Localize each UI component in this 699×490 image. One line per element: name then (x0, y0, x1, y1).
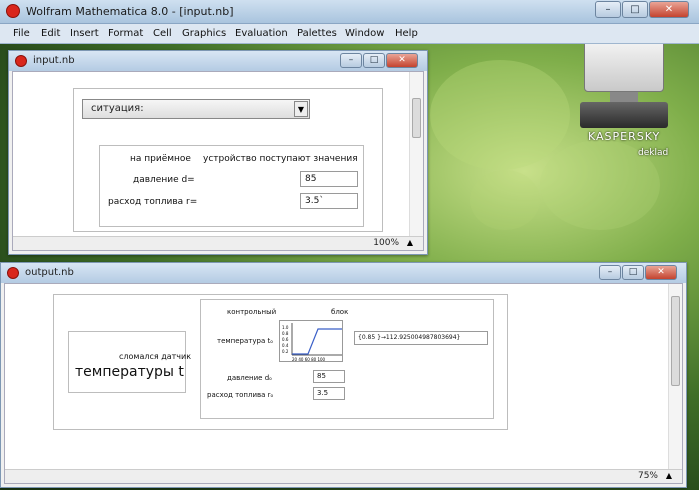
output-pressure-label: давление dₒ (227, 374, 273, 382)
input-minimize-button[interactable]: – (340, 53, 362, 68)
background-foliage (470, 170, 540, 230)
output-notebook-title-bar[interactable]: output.nb – □ ✕ (1, 263, 686, 283)
output-fuel-field: 3.5 (313, 387, 345, 400)
svg-text:0.2: 0.2 (282, 349, 289, 354)
input-panel: ситуация: ▼ на приёмное устройство посту… (73, 88, 383, 232)
output-close-button[interactable]: ✕ (645, 265, 677, 280)
input-notebook-body: ситуация: ▼ на приёмное устройство посту… (12, 71, 424, 251)
menu-graphics[interactable]: Graphics (182, 28, 226, 39)
pressure-input[interactable]: 85 (300, 171, 358, 187)
input-vertical-scrollbar[interactable] (409, 72, 423, 236)
input-maximize-button[interactable]: □ (363, 53, 385, 68)
output-panel: сломался датчик температуры t контрольны… (53, 294, 508, 430)
menu-palettes[interactable]: Palettes (297, 28, 337, 39)
temperature-result: {0.85 }→112.925004987803694} (354, 331, 488, 345)
situation-popup-label: ситуация: (91, 103, 144, 114)
control-header-left: контрольный (227, 308, 277, 316)
monitor-stand (610, 92, 638, 102)
output-pressure-field: 85 (313, 370, 345, 383)
chevron-down-icon[interactable]: ▼ (294, 101, 308, 117)
monitor-icon (584, 40, 664, 92)
window-controls: – □ ✕ (594, 1, 689, 18)
background-foliage (430, 60, 570, 170)
control-header-right: блок (331, 308, 349, 316)
menu-cell[interactable]: Cell (153, 28, 172, 39)
output-window-controls: – □ ✕ (598, 265, 677, 280)
output-notebook-window[interactable]: output.nb – □ ✕ сломался датчик температ… (0, 262, 687, 488)
pressure-label: давление d= (133, 175, 195, 185)
alert-big-text: температуры t (75, 364, 184, 380)
notebook-icon (15, 55, 27, 67)
output-scrollbar-thumb[interactable] (671, 296, 680, 386)
menu-window[interactable]: Window (345, 28, 384, 39)
output-fuel-label: расход топлива rₒ (207, 391, 274, 399)
desktop-icon-kaspersky[interactable]: KASPERSKY deklad (576, 40, 676, 165)
input-scrollbar-thumb[interactable] (412, 98, 421, 138)
svg-text:0.8: 0.8 (282, 331, 289, 336)
close-button[interactable]: ✕ (649, 1, 689, 18)
zoom-arrow-icon[interactable]: ▲ (407, 238, 413, 247)
output-notebook-title: output.nb (25, 267, 74, 278)
output-notebook-body: сломался датчик температуры t контрольны… (4, 283, 683, 484)
zoom-arrow-icon[interactable]: ▲ (666, 471, 672, 480)
svg-text:0.6: 0.6 (282, 337, 289, 342)
menu-format[interactable]: Format (108, 28, 143, 39)
input-window-controls: – □ ✕ (339, 53, 418, 68)
output-vertical-scrollbar[interactable] (668, 284, 682, 469)
app-title-bar[interactable]: Wolfram Mathematica 8.0 - [input.nb] – □… (0, 0, 699, 24)
situation-popup-menu[interactable]: ситуация: ▼ (82, 99, 310, 119)
menu-help[interactable]: Help (395, 28, 418, 39)
input-zoom-level[interactable]: 100% (373, 238, 399, 248)
input-notebook-title: input.nb (33, 55, 75, 66)
menu-edit[interactable]: Edit (41, 28, 60, 39)
temperature-label: температура tₒ (217, 337, 274, 345)
output-maximize-button[interactable]: □ (622, 265, 644, 280)
input-close-button[interactable]: ✕ (386, 53, 418, 68)
menu-evaluation[interactable]: Evaluation (235, 28, 288, 39)
menu-insert[interactable]: Insert (70, 28, 99, 39)
menu-file[interactable]: File (13, 28, 30, 39)
kaspersky-brand: KASPERSKY (588, 130, 661, 143)
input-notebook-window[interactable]: input.nb – □ ✕ ситуация: ▼ на приёмное у… (8, 50, 428, 255)
svg-text:20 40 60 80 100: 20 40 60 80 100 (292, 357, 326, 362)
output-zoom-level[interactable]: 75% (638, 471, 658, 481)
desktop-icon-label: deklad (638, 148, 669, 158)
alert-box: сломался датчик температуры t (68, 331, 191, 393)
output-status-bar: 75% ▲ (5, 469, 682, 483)
alert-small-text: сломался датчик (119, 352, 192, 361)
fuel-input[interactable]: 3.5` (300, 193, 358, 209)
menu-bar: File Edit Insert Format Cell Graphics Ev… (0, 24, 699, 44)
input-header-right: устройство поступают значения (203, 154, 358, 164)
maximize-button[interactable]: □ (622, 1, 648, 18)
input-notebook-title-bar[interactable]: input.nb – □ ✕ (9, 51, 427, 71)
output-minimize-button[interactable]: – (599, 265, 621, 280)
app-title: Wolfram Mathematica 8.0 - [input.nb] (26, 5, 234, 18)
svg-text:0.4: 0.4 (282, 343, 289, 348)
input-values-panel: на приёмное устройство поступают значени… (99, 145, 364, 227)
minimize-button[interactable]: – (595, 1, 621, 18)
temperature-plot[interactable]: 1.0 0.8 0.6 0.4 0.2 20 40 60 80 100 (279, 320, 343, 362)
input-status-bar: 100% ▲ (13, 236, 423, 250)
control-block-panel: контрольный блок температура tₒ 1.0 0.8 … (200, 299, 494, 419)
notebook-icon (7, 267, 19, 279)
mathematica-logo-icon (6, 4, 20, 18)
svg-text:1.0: 1.0 (282, 325, 289, 330)
fuel-label: расход топлива r= (108, 197, 198, 207)
input-header-left: на приёмное (130, 154, 191, 164)
pc-box-icon (580, 102, 668, 128)
